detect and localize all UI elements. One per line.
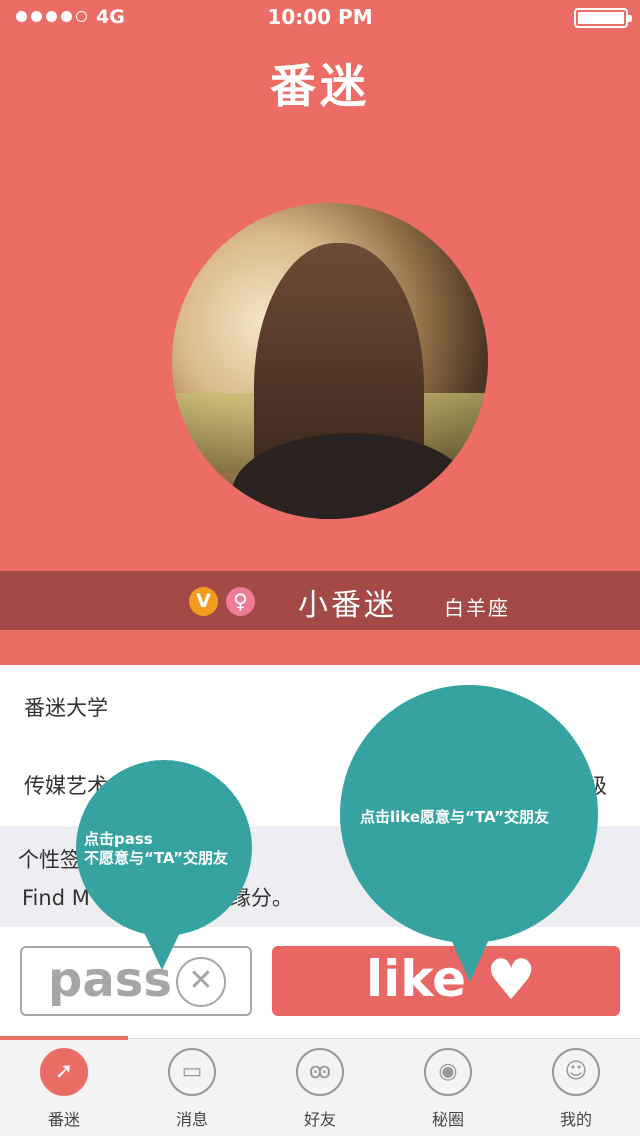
person-icon: ☺: [552, 1048, 600, 1096]
chat-bubble-icon: ▭: [168, 1048, 216, 1096]
pass-tooltip-pointer: [140, 924, 184, 970]
status-bar: 4G 10:00 PM: [0, 0, 640, 36]
tab-label: 番迷: [47, 1110, 80, 1129]
tab-friends[interactable]: ꙭ 好友: [256, 1038, 384, 1136]
tab-label: 消息: [175, 1110, 208, 1129]
pass-tooltip-line2: 不愿意与“TA”交朋友: [84, 849, 229, 867]
pass-tooltip-line1: 点击pass: [84, 830, 153, 848]
tab-fanmi[interactable]: ➚ 番迷: [0, 1038, 128, 1136]
female-gender-icon: ♀: [226, 587, 255, 616]
tab-label: 我的: [559, 1110, 592, 1129]
profile-school: 番迷大学: [24, 696, 108, 720]
ninja-icon: ◉: [424, 1048, 472, 1096]
tab-messages[interactable]: ▭ 消息: [128, 1038, 256, 1136]
tab-label: 好友: [303, 1110, 336, 1129]
tab-me[interactable]: ☺ 我的: [512, 1038, 640, 1136]
pass-button[interactable]: pass ✕: [20, 946, 252, 1016]
like-tooltip-text: 点击like愿意与“TA”交朋友: [360, 808, 550, 826]
friends-icon: ꙭ: [296, 1048, 344, 1096]
profile-zodiac: 白羊座: [444, 596, 510, 620]
battery-icon: [574, 8, 632, 28]
signature-text-start: Find M: [22, 886, 90, 910]
like-tooltip-pointer: [446, 928, 494, 982]
tab-label: 秘圈: [431, 1110, 464, 1129]
verified-badge-icon: V: [189, 587, 218, 616]
signature-label: 个性签: [18, 848, 81, 872]
pass-tooltip-text: 点击pass 不愿意与“TA”交朋友: [84, 830, 228, 868]
profile-name: 小番迷: [298, 588, 397, 623]
tab-secret-circle[interactable]: ◉ 秘圈: [384, 1038, 512, 1136]
compass-icon: ➚: [40, 1048, 88, 1096]
profile-avatar[interactable]: [172, 203, 488, 519]
status-time: 10:00 PM: [267, 5, 373, 29]
app-title: 番迷: [270, 59, 370, 113]
